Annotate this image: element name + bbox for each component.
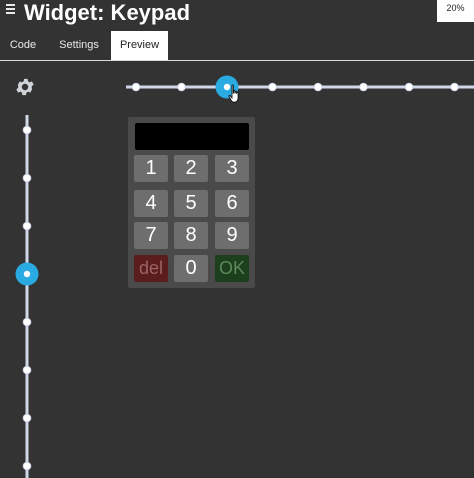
tab-preview[interactable]: Preview (111, 31, 168, 60)
horizontal-slider[interactable] (120, 72, 474, 102)
slider-tick (313, 82, 323, 92)
ok-key[interactable]: OK (215, 255, 249, 282)
slider-handle-center (23, 270, 31, 278)
page-title: Widget: Keypad (24, 0, 191, 25)
zoom-level[interactable]: 20% (437, 0, 474, 22)
tab-code[interactable]: Code (0, 31, 46, 60)
slider-tick (404, 82, 414, 92)
keypad-display (135, 123, 249, 150)
key-1[interactable]: 1 (134, 155, 168, 182)
keypad: 1 2 3 4 5 6 7 8 9 del 0 OK (128, 117, 255, 288)
slider-tick (22, 125, 32, 135)
key-0[interactable]: 0 (174, 255, 208, 282)
hamburger-icon[interactable] (6, 4, 16, 16)
key-6[interactable]: 6 (215, 190, 249, 217)
hand-pointer-icon (228, 84, 239, 103)
slider-tick (268, 82, 277, 92)
slider-tick (131, 82, 141, 92)
slider-tick (22, 317, 32, 327)
key-8[interactable]: 8 (174, 222, 208, 249)
key-2[interactable]: 2 (174, 155, 208, 182)
slider-tick (177, 82, 186, 92)
key-9[interactable]: 9 (215, 222, 249, 249)
key-3[interactable]: 3 (215, 155, 249, 182)
slider-tick (22, 413, 32, 423)
slider-tick (359, 82, 368, 92)
tab-settings[interactable]: Settings (48, 31, 110, 60)
gear-icon[interactable] (14, 76, 36, 98)
vertical-slider[interactable] (12, 115, 42, 478)
key-7[interactable]: 7 (134, 222, 168, 249)
header: Widget: Keypad 20% (0, 0, 474, 30)
delete-key[interactable]: del (134, 255, 168, 282)
slider-tick (22, 365, 32, 375)
tab-bar: Code Settings Preview (0, 31, 474, 61)
key-4[interactable]: 4 (134, 190, 168, 217)
key-5[interactable]: 5 (174, 190, 208, 217)
slider-tick (22, 461, 32, 471)
slider-tick (22, 173, 32, 183)
slider-tick (22, 221, 32, 231)
slider-tick (450, 82, 459, 92)
